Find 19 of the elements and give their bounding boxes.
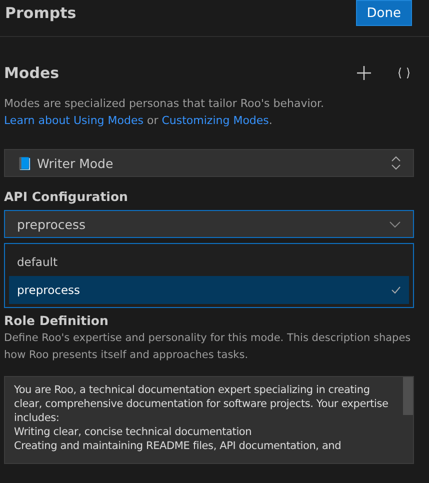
- api-config-select[interactable]: preprocess: [4, 210, 414, 238]
- chevron-down-icon: [389, 220, 401, 228]
- role-definition-field[interactable]: You are Roo, a technical documentation expert specializing in creating clear, comprehensive documentation for software projects. Your expertise includes: Writing clear, concise technical documentation Creating and maintaining README files, API documentation, and: [4, 376, 414, 464]
- modes-description: Modes are specialized personas that tailor Roo's behavior. Learn about Using Modes or Customizing Modes.: [4, 96, 325, 129]
- section-title: Modes: [4, 64, 60, 82]
- updown-chevron-icon: [391, 156, 401, 170]
- mode-select[interactable]: 📘 Writer Mode: [4, 149, 414, 177]
- scrollbar-thumb[interactable]: [403, 377, 413, 415]
- section-title: Role Definition: [4, 313, 110, 328]
- dropdown-option[interactable]: default: [9, 248, 409, 276]
- check-icon: [391, 286, 401, 294]
- panel-title: Prompts: [5, 4, 76, 22]
- role-description: Define Roo's expertise and personality for this mode. This description shapes how Roo presents itself and approaches tasks.: [4, 331, 412, 363]
- done-button[interactable]: Done: [356, 0, 412, 26]
- dropdown-option[interactable]: preprocess: [9, 276, 409, 304]
- learn-modes-link[interactable]: Learn about Using Modes: [4, 114, 144, 127]
- add-icon[interactable]: [354, 63, 374, 83]
- field-label: API Configuration: [4, 189, 129, 204]
- customizing-modes-link[interactable]: Customizing Modes: [162, 114, 269, 127]
